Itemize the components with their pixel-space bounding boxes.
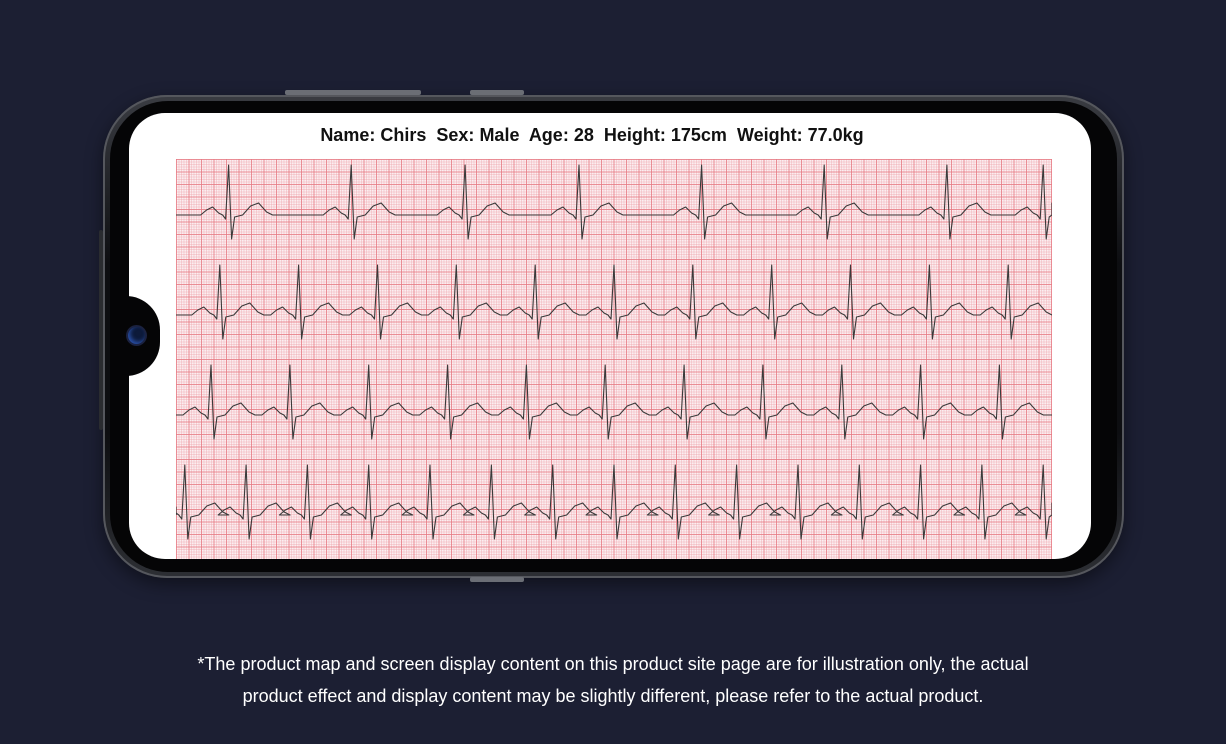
height-label: Height:: [603, 125, 666, 145]
patient-weight: 77.0kg: [807, 125, 864, 145]
front-camera-icon: [128, 327, 145, 344]
footnote-line-2: product effect and display content may b…: [242, 686, 984, 706]
disclaimer-footnote: *The product map and screen display cont…: [0, 648, 1226, 712]
sex-label: Sex:: [436, 125, 475, 145]
ecg-chart: [176, 159, 1052, 559]
name-label: Name:: [320, 125, 376, 145]
ecg-lead-trace-2: [176, 264, 1052, 340]
phone-top-button-right: [470, 90, 524, 95]
age-label: Age:: [528, 125, 569, 145]
patient-name: Chirs: [380, 125, 427, 145]
patient-age: 28: [573, 125, 594, 145]
ecg-lead-trace-1: [176, 164, 1052, 240]
ecg-traces: [176, 164, 1052, 540]
phone-left-side-button: [99, 230, 103, 430]
footnote-line-1: *The product map and screen display cont…: [197, 654, 1029, 674]
ecg-lead-trace-3: [176, 364, 1052, 440]
patient-info-header: Name: Chirs Sex: Male Age: 28 Height: 17…: [129, 125, 1091, 146]
patient-height: 175cm: [670, 125, 727, 145]
phone-screen: Name: Chirs Sex: Male Age: 28 Height: 17…: [129, 113, 1091, 559]
ecg-lead-trace-4: [176, 464, 1052, 540]
phone-bottom-button: [470, 577, 524, 582]
phone-top-button-left: [285, 90, 421, 95]
weight-label: Weight:: [736, 125, 803, 145]
patient-sex: Male: [479, 125, 520, 145]
